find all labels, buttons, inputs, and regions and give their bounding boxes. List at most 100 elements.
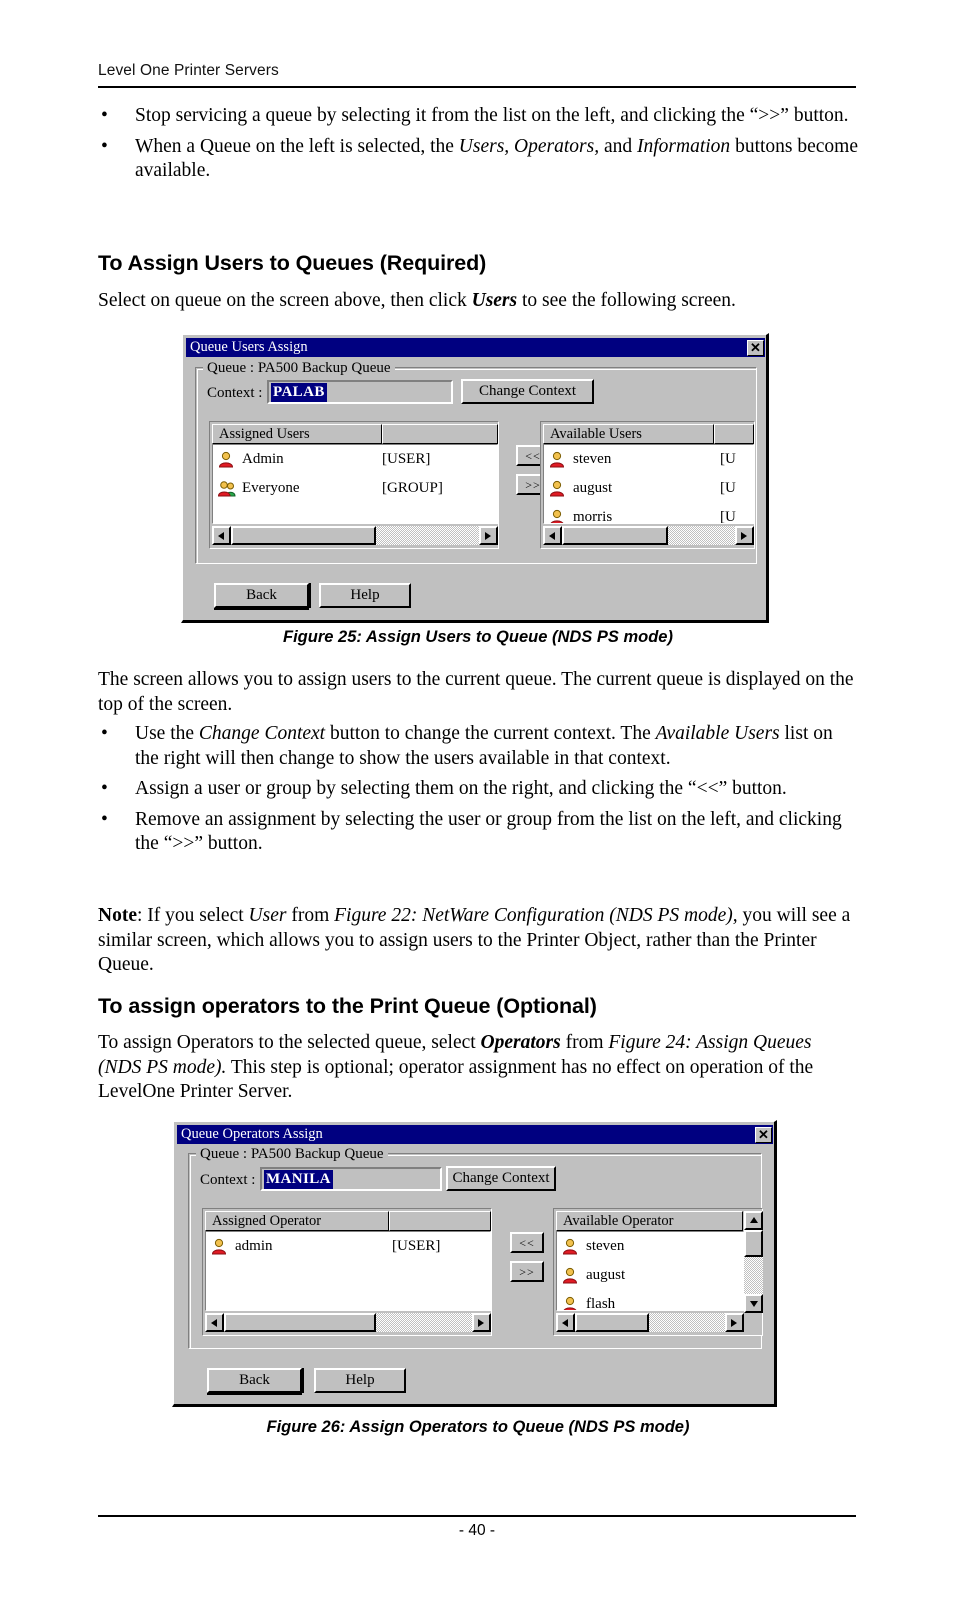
- after-fig25-bullets: • Use the Change Context button to chang…: [98, 722, 858, 863]
- list-item-type: [GROUP]: [382, 480, 443, 496]
- user-icon: [218, 451, 236, 468]
- list-item-text: Assign a user or group by selecting them…: [135, 778, 787, 799]
- hscroll-thumb[interactable]: [231, 526, 376, 545]
- scroll-right-icon[interactable]: [479, 526, 498, 545]
- user-icon: [562, 1296, 580, 1310]
- column-header-type[interactable]: [389, 1211, 491, 1231]
- list-item-type: [USER]: [392, 1238, 441, 1254]
- list-item[interactable]: morris [U: [544, 503, 753, 524]
- back-button[interactable]: Back: [214, 583, 309, 608]
- available-operator-list[interactable]: steven august flash: [556, 1231, 744, 1311]
- column-header-assigned-users[interactable]: Assigned Users: [212, 424, 382, 444]
- available-operator-panel: Available Operator steven august flash: [553, 1208, 763, 1336]
- hscroll-thumb[interactable]: [575, 1313, 649, 1332]
- document-page: Level One Printer Servers • Stop servici…: [0, 0, 954, 1610]
- user-icon: [549, 509, 567, 523]
- scroll-right-icon[interactable]: [725, 1313, 744, 1332]
- back-button[interactable]: Back: [207, 1368, 302, 1393]
- context-input[interactable]: PALAB: [267, 380, 453, 404]
- list-item[interactable]: flash: [557, 1290, 743, 1311]
- dialog-queue-users-assign: Queue Users Assign ✕ Queue : PA500 Backu…: [181, 333, 769, 623]
- list-item-text: Use the Change Context button to change …: [135, 723, 833, 769]
- scroll-left-icon[interactable]: [205, 1313, 224, 1332]
- user-icon: [562, 1267, 580, 1284]
- assigned-users-hscrollbar[interactable]: [212, 526, 498, 545]
- scroll-down-icon[interactable]: [744, 1294, 763, 1313]
- list-item-text: When a Queue on the left is selected, th…: [135, 135, 858, 182]
- available-users-header-row: Available Users: [543, 424, 754, 444]
- section2-intro: To assign Operators to the selected queu…: [98, 1032, 814, 1102]
- list-item[interactable]: august: [557, 1261, 743, 1290]
- list-item: • Assign a user or group by selecting th…: [98, 777, 858, 802]
- figure-26-caption: Figure 26: Assign Operators to Queue (ND…: [266, 1418, 690, 1436]
- column-header-available-users[interactable]: Available Users: [543, 424, 715, 444]
- hscroll-thumb[interactable]: [562, 526, 668, 545]
- context-input[interactable]: MANILA: [260, 1167, 442, 1191]
- list-item-name: Everyone: [242, 480, 300, 496]
- page-number: - 40 -: [458, 1522, 496, 1539]
- list-item: • Stop servicing a queue by selecting it…: [98, 104, 858, 129]
- assigned-operator-hscrollbar[interactable]: [205, 1313, 491, 1332]
- column-header-available-operator[interactable]: Available Operator: [556, 1211, 743, 1231]
- available-users-hscrollbar[interactable]: [543, 526, 754, 545]
- available-users-list[interactable]: steven [U august [U morris [U: [543, 444, 754, 524]
- column-header-type[interactable]: [714, 424, 754, 444]
- list-item[interactable]: admin [USER]: [206, 1232, 490, 1261]
- user-icon: [549, 480, 567, 497]
- bullet-icon: •: [101, 135, 108, 157]
- dialog-title: Queue Operators Assign: [181, 1126, 323, 1142]
- scroll-left-icon[interactable]: [212, 526, 231, 545]
- group-icon: [217, 480, 236, 497]
- scroll-right-icon[interactable]: [735, 526, 754, 545]
- help-button[interactable]: Help: [314, 1368, 406, 1393]
- available-users-panel: Available Users steven [U august [U morr…: [540, 421, 755, 549]
- change-context-button[interactable]: Change Context: [446, 1166, 556, 1191]
- list-item-text: Stop servicing a queue by selecting it f…: [135, 105, 849, 126]
- list-item-name: Admin: [242, 451, 284, 467]
- available-operator-vscrollbar[interactable]: [744, 1230, 763, 1313]
- note-paragraph: Note: If you select User from Figure 22:…: [98, 905, 851, 975]
- section1-intro: Select on queue on the screen above, the…: [98, 290, 736, 311]
- list-item-name: admin: [235, 1238, 273, 1254]
- list-item[interactable]: Everyone [GROUP]: [213, 474, 497, 503]
- list-item[interactable]: Admin [USER]: [213, 445, 497, 474]
- footer-rule: [98, 1515, 856, 1517]
- list-item-name: flash: [586, 1296, 616, 1311]
- list-item[interactable]: steven [U: [544, 445, 753, 474]
- list-item[interactable]: august [U: [544, 474, 753, 503]
- vscroll-track[interactable]: [744, 1230, 763, 1294]
- scroll-right-icon[interactable]: [472, 1313, 491, 1332]
- scroll-up-icon[interactable]: [744, 1211, 763, 1230]
- hscroll-thumb[interactable]: [224, 1313, 376, 1332]
- list-item: • When a Queue on the left is selected, …: [98, 135, 858, 184]
- assigned-users-list[interactable]: Admin [USER] Everyone [GROUP]: [212, 444, 498, 524]
- hscroll-track[interactable]: [231, 526, 479, 545]
- assigned-users-panel: Assigned Users Admin [USER] Everyone [GR: [209, 421, 499, 549]
- section-heading-assign-operators: To assign operators to the Print Queue (…: [98, 994, 597, 1018]
- list-item[interactable]: steven: [557, 1232, 743, 1261]
- change-context-button[interactable]: Change Context: [461, 379, 594, 404]
- queue-groupbox-legend: Queue : PA500 Backup Queue: [203, 360, 395, 376]
- user-icon: [549, 451, 567, 468]
- close-icon[interactable]: ✕: [747, 339, 764, 356]
- context-label: Context :: [200, 1172, 256, 1188]
- help-button[interactable]: Help: [319, 583, 411, 608]
- running-head: Level One Printer Servers: [98, 62, 279, 79]
- assigned-operator-list[interactable]: admin [USER]: [205, 1231, 491, 1311]
- dialog-titlebar: Queue Users Assign ✕: [186, 338, 765, 357]
- column-header-assigned-operator[interactable]: Assigned Operator: [205, 1211, 389, 1231]
- vscroll-thumb[interactable]: [744, 1230, 763, 1257]
- available-operator-hscrollbar[interactable]: [556, 1313, 744, 1332]
- move-left-button[interactable]: <<: [510, 1232, 544, 1253]
- scroll-left-icon[interactable]: [543, 526, 562, 545]
- close-icon[interactable]: ✕: [755, 1126, 772, 1143]
- scroll-left-icon[interactable]: [556, 1313, 575, 1332]
- list-item-type: [U: [720, 509, 736, 524]
- hscroll-track[interactable]: [575, 1313, 725, 1332]
- list-item-name: august: [573, 480, 613, 496]
- hscroll-track[interactable]: [562, 526, 735, 545]
- list-item-name: steven: [586, 1238, 625, 1254]
- column-header-type[interactable]: [382, 424, 498, 444]
- hscroll-track[interactable]: [224, 1313, 472, 1332]
- move-right-button[interactable]: >>: [510, 1261, 544, 1282]
